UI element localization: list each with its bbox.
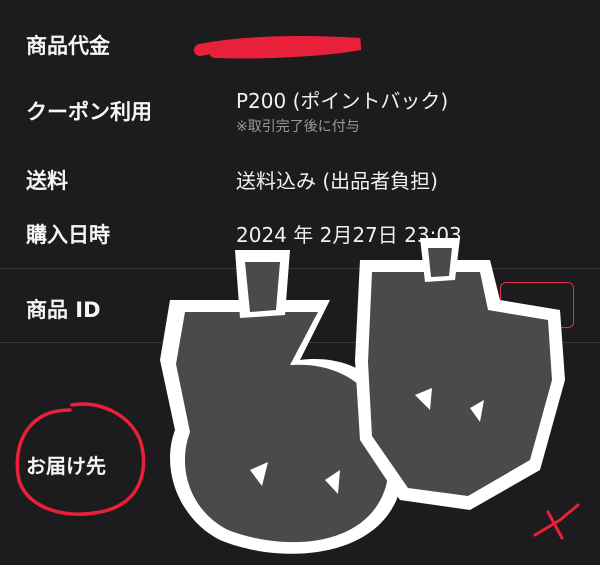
red-circle-annotation [15,402,146,516]
red-arrow-annotation [533,503,580,540]
annotation-overlay [15,238,580,554]
sticker-a-small [355,238,565,510]
